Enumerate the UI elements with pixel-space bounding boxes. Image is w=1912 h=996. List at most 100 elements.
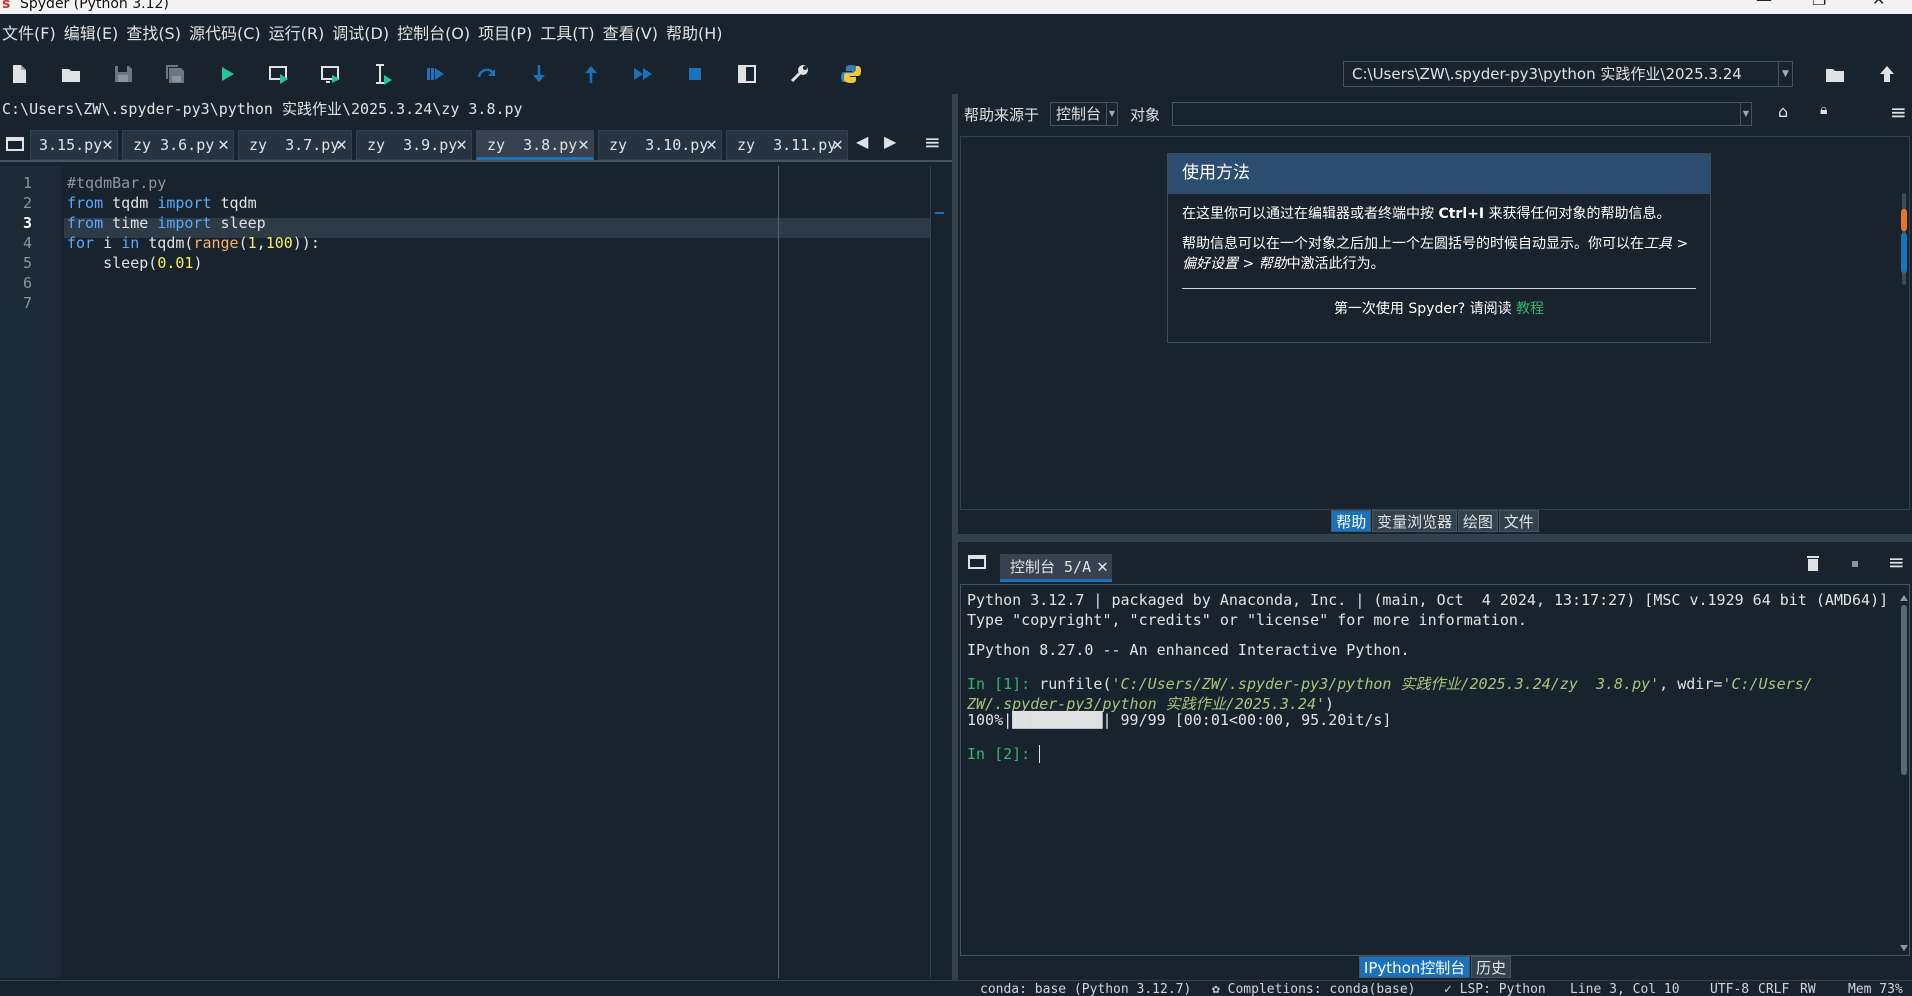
run-selection-icon[interactable] bbox=[368, 60, 398, 88]
python-path-icon[interactable] bbox=[836, 60, 866, 88]
spyder-logo-icon: ꜱ bbox=[2, 0, 11, 12]
interrupt-kernel-icon[interactable] bbox=[1840, 550, 1870, 578]
status-completions[interactable]: ✿ Completions: conda(base) bbox=[1212, 983, 1416, 996]
tab-help[interactable]: 帮助 bbox=[1331, 510, 1372, 532]
status-conda[interactable]: conda: base (Python 3.12.7) bbox=[980, 983, 1191, 996]
tab-variable-explorer[interactable]: 变量浏览器 bbox=[1372, 510, 1458, 532]
console-options-menu-icon[interactable]: ≡ bbox=[1888, 550, 1905, 574]
help-options-menu-icon[interactable]: ≡ bbox=[1890, 100, 1907, 124]
run-cell-icon[interactable] bbox=[264, 60, 294, 88]
preferences-icon[interactable] bbox=[784, 60, 814, 88]
console-pane: 控制台 5/A ✕ ≡ Python 3.12.7 | packaged by A… bbox=[958, 542, 1912, 980]
minimize-icon[interactable]: — bbox=[1756, 0, 1772, 8]
save-all-icon[interactable] bbox=[160, 60, 190, 88]
parent-directory-icon[interactable] bbox=[1872, 60, 1902, 88]
menu-edit[interactable]: 编辑(E) bbox=[60, 14, 123, 54]
working-directory-combo[interactable]: C:\Users\ZW\.spyder-py3\python 实践作业\2025… bbox=[1343, 61, 1793, 87]
browse-tabs-icon[interactable] bbox=[0, 130, 30, 158]
menu-projects[interactable]: 项目(P) bbox=[474, 14, 536, 54]
help-object-combo[interactable]: ▼ bbox=[1172, 102, 1752, 126]
step-over-icon[interactable] bbox=[472, 60, 502, 88]
tab-plots[interactable]: 绘图 bbox=[1457, 510, 1498, 532]
run-cell-advance-icon[interactable] bbox=[316, 60, 346, 88]
code-editor[interactable]: 1 2 3 4 5 6 7 #tqdmBar.py from tqdm impo… bbox=[0, 166, 946, 978]
close-tab-icon[interactable]: ✕ bbox=[706, 131, 717, 159]
editor-scrollbar[interactable] bbox=[930, 166, 946, 978]
menu-view[interactable]: 查看(V) bbox=[599, 14, 662, 54]
editor-tab-bar: 3.15.py ✕ zy 3.6.py ✕ zy 3.7.py ✕ zy 3.9.py… bbox=[0, 128, 952, 162]
close-icon[interactable]: ✕ bbox=[1872, 0, 1885, 8]
code-line-4: for i in tqdm(range(1,100)): bbox=[67, 234, 320, 252]
progress-bar: ██████████ bbox=[1012, 711, 1103, 729]
ipython-console[interactable]: Python 3.12.7 | packaged by Anaconda, In… bbox=[960, 584, 1910, 956]
status-lsp[interactable]: ✓ LSP: Python bbox=[1444, 983, 1546, 996]
menu-run[interactable]: 运行(R) bbox=[265, 14, 329, 54]
open-file-icon[interactable] bbox=[56, 60, 86, 88]
home-icon[interactable]: ⌂ bbox=[1778, 102, 1788, 121]
tab-zy-3-10[interactable]: zy 3.10.py ✕ bbox=[598, 130, 722, 160]
close-tab-icon[interactable]: ✕ bbox=[336, 131, 347, 159]
code-line-3: from time import sleep bbox=[67, 214, 266, 232]
help-paragraph-1: 在这里你可以通过在编辑器或者终端中按 Ctrl+I 来获得任何对象的帮助信息。 bbox=[1182, 206, 1671, 222]
scroll-tabs-right-icon[interactable]: ▶ bbox=[884, 132, 896, 151]
close-tab-icon[interactable]: ✕ bbox=[456, 131, 467, 159]
continue-icon[interactable] bbox=[628, 60, 658, 88]
tab-3-15[interactable]: 3.15.py ✕ bbox=[30, 130, 118, 160]
menu-consoles[interactable]: 控制台(O) bbox=[393, 14, 474, 54]
save-icon[interactable] bbox=[108, 60, 138, 88]
scroll-tabs-left-icon[interactable]: ◀ bbox=[856, 132, 868, 151]
help-source-label: 帮助来源于 bbox=[964, 106, 1040, 124]
remove-variables-icon[interactable] bbox=[1798, 550, 1828, 578]
step-return-icon[interactable] bbox=[576, 60, 606, 88]
chevron-down-icon[interactable]: ▼ bbox=[1740, 103, 1751, 125]
debug-icon[interactable] bbox=[420, 60, 450, 88]
menu-search[interactable]: 查找(S) bbox=[122, 14, 185, 54]
tab-ipython-console[interactable]: IPython控制台 bbox=[1358, 956, 1471, 978]
chevron-down-icon[interactable]: ▼ bbox=[1106, 103, 1117, 125]
menu-tools[interactable]: 工具(T) bbox=[536, 14, 598, 54]
help-scrollbar[interactable] bbox=[1899, 193, 1909, 285]
line-number: 2 bbox=[22, 194, 32, 212]
code-line-1: #tqdmBar.py bbox=[67, 174, 167, 192]
line-number: 1 bbox=[22, 174, 32, 192]
stop-icon[interactable] bbox=[680, 60, 710, 88]
chevron-down-icon[interactable]: ▼ bbox=[1778, 62, 1792, 86]
tab-zy-3-8[interactable]: zy 3.8.py ✕ bbox=[476, 130, 594, 160]
close-tab-icon[interactable]: ✕ bbox=[578, 131, 589, 159]
tab-history[interactable]: 历史 bbox=[1471, 956, 1512, 978]
step-into-icon[interactable] bbox=[524, 60, 554, 88]
lock-icon[interactable]: 🔒︎ bbox=[1820, 102, 1827, 118]
tab-zy-3-6[interactable]: zy 3.6.py ✕ bbox=[122, 130, 234, 160]
status-encoding: UTF-8 bbox=[1710, 982, 1750, 996]
close-tab-icon[interactable]: ✕ bbox=[218, 131, 229, 159]
console-banner-line: Python 3.12.7 | packaged by Anaconda, In… bbox=[967, 591, 1889, 609]
tutorial-link[interactable]: 教程 bbox=[1516, 301, 1544, 317]
maximize-pane-icon[interactable] bbox=[732, 60, 762, 88]
menu-file[interactable]: 文件(F) bbox=[0, 14, 60, 54]
console-prompt[interactable]: In [2]: ​ bbox=[967, 745, 1041, 763]
close-tab-icon[interactable]: ✕ bbox=[832, 131, 843, 159]
run-icon[interactable] bbox=[212, 60, 242, 88]
tab-console-5a[interactable]: 控制台 5/A ✕ bbox=[1000, 554, 1112, 582]
browse-tabs-icon[interactable] bbox=[962, 548, 992, 576]
tab-zy-3-9[interactable]: zy 3.9.py ✕ bbox=[356, 130, 472, 160]
help-source-combo[interactable]: 控制台 ▼ bbox=[1050, 102, 1118, 126]
close-tab-icon[interactable]: ✕ bbox=[102, 131, 113, 159]
browse-folder-icon[interactable] bbox=[1820, 60, 1850, 88]
editor-pane: C:\Users\ZW\.spyder-py3\python 实践作业\2025… bbox=[0, 94, 952, 980]
console-scrollbar[interactable] bbox=[1899, 593, 1909, 953]
menu-debug[interactable]: 调试(D) bbox=[328, 14, 393, 54]
tab-files[interactable]: 文件 bbox=[1498, 510, 1539, 532]
horizontal-splitter[interactable] bbox=[958, 534, 1912, 542]
tab-zy-3-11[interactable]: zy 3.11.py ✕ bbox=[726, 130, 848, 160]
menu-source[interactable]: 源代码(C) bbox=[185, 14, 265, 54]
maximize-icon[interactable]: ❐ bbox=[1812, 0, 1826, 8]
tab-zy-3-7[interactable]: zy 3.7.py ✕ bbox=[238, 130, 352, 160]
editor-options-menu-icon[interactable]: ≡ bbox=[924, 130, 941, 154]
close-tab-icon[interactable]: ✕ bbox=[1097, 554, 1108, 580]
new-file-icon[interactable] bbox=[4, 60, 34, 88]
cursor-marker bbox=[935, 212, 944, 214]
help-usage-box: 使用方法 在这里你可以通过在编辑器或者终端中按 Ctrl+I 来获得任何对象的帮… bbox=[1167, 153, 1711, 343]
help-toolbar: 帮助来源于 控制台 ▼ 对象 ▼ ⌂ 🔒︎ ≡ bbox=[958, 94, 1912, 134]
menu-help[interactable]: 帮助(H) bbox=[662, 14, 727, 54]
